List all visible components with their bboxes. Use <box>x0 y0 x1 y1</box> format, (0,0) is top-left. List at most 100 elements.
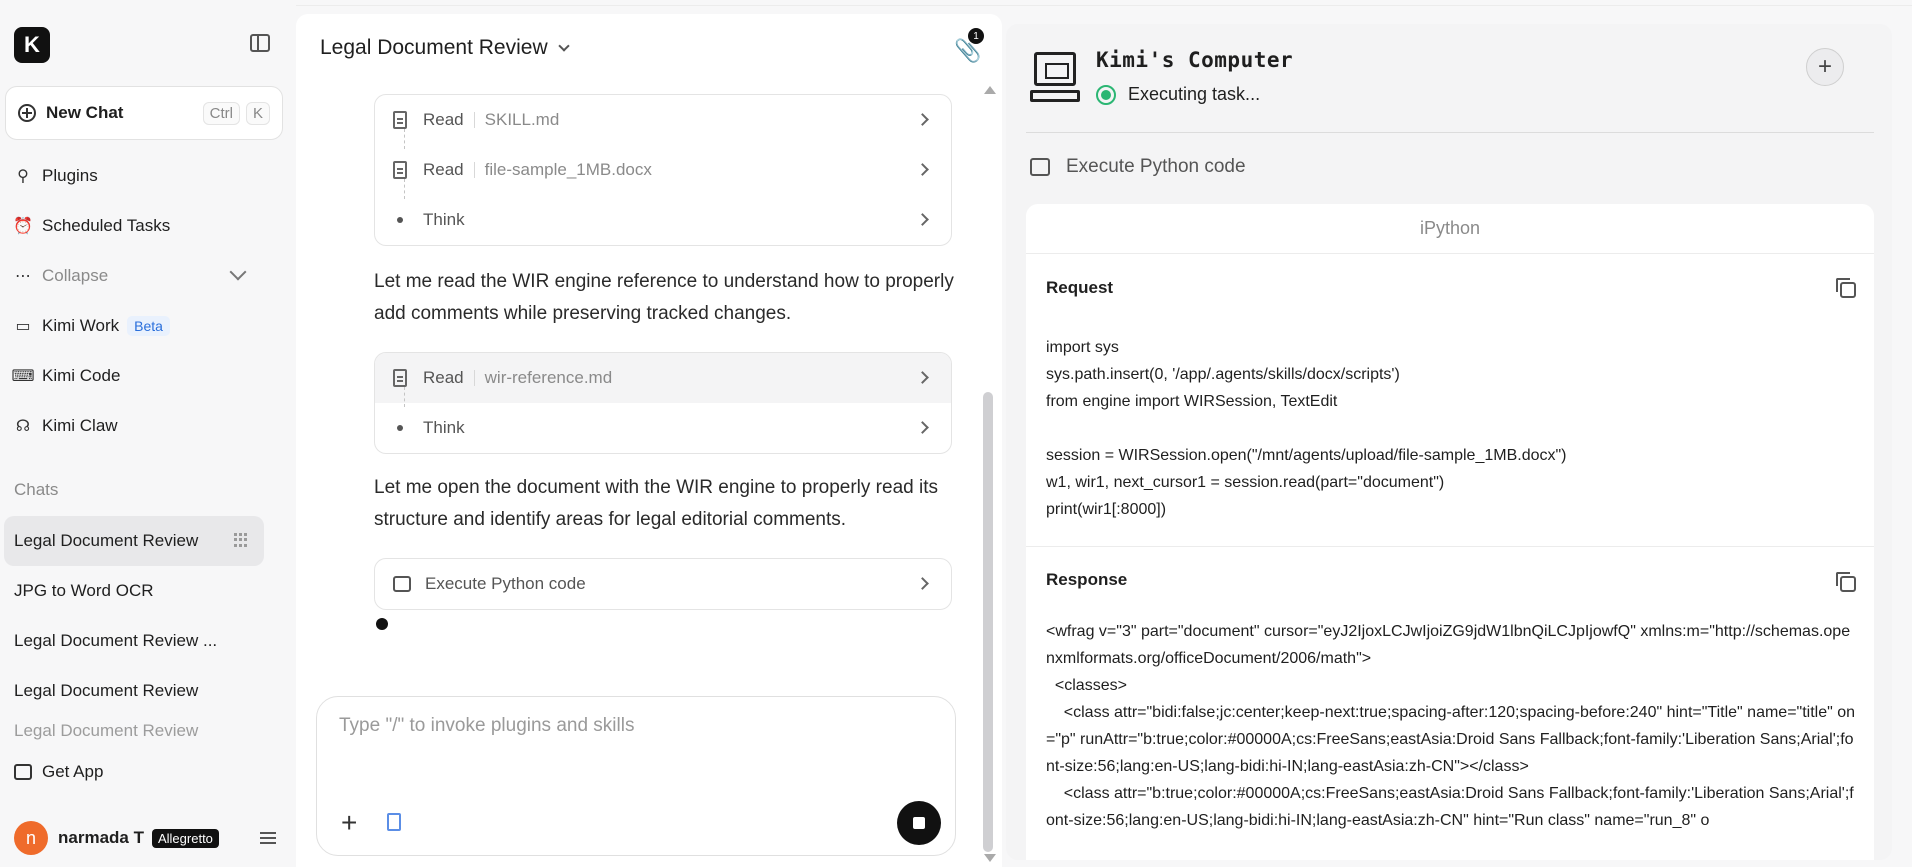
chevron-right-icon <box>916 163 929 176</box>
sidebar-item-kimi-claw[interactable]: ☊ Kimi Claw <box>14 411 118 441</box>
chat-item[interactable]: Legal Document Review <box>4 516 264 566</box>
divider <box>1026 546 1874 547</box>
drag-handle-icon[interactable] <box>234 533 248 547</box>
bullet-icon <box>397 425 403 431</box>
sidebar: K New Chat Ctrl K ⚲ Plugins ⏰ Scheduled … <box>0 0 290 867</box>
document-icon <box>393 111 407 129</box>
terminal-icon: ⌨ <box>11 368 35 385</box>
tool-action: Execute Python code <box>425 574 586 593</box>
sidebar-item-label: Kimi Claw <box>42 416 118 435</box>
chat-item-title: Legal Document Review <box>14 681 199 700</box>
sidebar-item-label: Plugins <box>42 166 98 185</box>
shortcut-key-ctrl: Ctrl <box>202 101 240 125</box>
attachment-count-badge: 1 <box>968 28 984 44</box>
status-indicator-icon <box>1096 84 1116 105</box>
chat-item-title: Legal Document Review <box>14 531 199 550</box>
current-step: Execute Python code <box>1030 156 1246 178</box>
scrollbar-thumb[interactable] <box>983 392 993 852</box>
sidebar-item-label: Collapse <box>42 266 109 285</box>
plan-badge: Allegretto <box>151 828 219 848</box>
step-connector <box>404 387 405 407</box>
chat-title-dropdown[interactable]: Legal Document Review <box>320 36 570 60</box>
current-step-label: Execute Python code <box>1066 156 1246 177</box>
ellipsis-icon: ⋯ <box>15 268 31 285</box>
chevron-down-icon[interactable] <box>229 263 247 281</box>
tool-steps-card: Read wir-reference.md Think <box>374 352 952 454</box>
step-connector <box>404 129 405 149</box>
device-icon <box>14 764 32 780</box>
computer-icon <box>1030 52 1080 104</box>
tool-action: Read <box>423 160 464 179</box>
request-title: Request <box>1046 278 1114 297</box>
add-button[interactable]: + <box>1806 48 1844 86</box>
message-composer[interactable]: Type "/" to invoke plugins and skills + <box>316 696 956 856</box>
new-chat-label: New Chat <box>46 103 124 122</box>
response-title: Response <box>1046 570 1128 589</box>
get-app-link[interactable]: Get App <box>14 762 103 782</box>
chat-item-title: Legal Document Review <box>14 721 199 740</box>
computer-panel: Kimi's Computer Executing task... + Exec… <box>1006 24 1892 860</box>
tool-step-read[interactable]: Read SKILL.md <box>375 95 951 145</box>
tool-action: Think <box>423 210 465 229</box>
document-icon <box>393 161 407 179</box>
tool-step-think[interactable]: Think <box>375 403 951 453</box>
divider <box>1026 132 1874 133</box>
typing-indicator <box>376 618 388 630</box>
chevron-right-icon <box>916 213 929 226</box>
chevron-right-icon <box>916 577 929 590</box>
tool-target: file-sample_1MB.docx <box>484 160 652 179</box>
tool-steps-card: Execute Python code <box>374 558 952 610</box>
chat-item[interactable]: Legal Document Review <box>4 716 264 746</box>
tool-target: wir-reference.md <box>484 368 613 387</box>
beta-badge: Beta <box>127 316 170 336</box>
sidebar-item-kimi-work[interactable]: ▭ Kimi Work Beta <box>14 311 170 341</box>
stop-button[interactable] <box>897 801 941 845</box>
copy-icon[interactable] <box>1836 278 1856 298</box>
document-icon <box>393 369 407 387</box>
scroll-down-arrow[interactable] <box>984 854 996 862</box>
new-chat-button[interactable]: New Chat Ctrl K <box>5 86 283 140</box>
chat-item[interactable]: Legal Document Review ... <box>4 616 264 666</box>
file-icon[interactable] <box>387 813 401 831</box>
chat-panel: Legal Document Review 📎 1 Read SKILL.md … <box>296 14 1002 867</box>
sidebar-item-collapse[interactable]: ⋯ Collapse <box>14 261 108 291</box>
bullet-icon <box>397 217 403 223</box>
kimi-logo[interactable]: K <box>14 27 50 63</box>
chat-item-title: Legal Document Review ... <box>14 631 218 650</box>
plus-icon[interactable]: + <box>341 809 357 837</box>
tool-step-read[interactable]: Read wir-reference.md <box>375 353 951 403</box>
chevron-down-icon <box>557 40 570 52</box>
sidebar-item-scheduled-tasks[interactable]: ⏰ Scheduled Tasks <box>13 211 171 241</box>
step-connector <box>404 179 405 199</box>
separator <box>473 162 475 178</box>
user-name: narmada T <box>58 828 144 847</box>
plug-icon: ⚲ <box>17 168 29 185</box>
sidebar-item-plugins[interactable]: ⚲ Plugins <box>14 161 98 191</box>
chat-item[interactable]: Legal Document Review <box>4 666 264 716</box>
tool-action: Read <box>423 110 464 129</box>
sidebar-item-kimi-code[interactable]: ⌨ Kimi Code <box>11 361 120 391</box>
shortcut-key-k: K <box>245 101 270 125</box>
tool-step-execute[interactable]: Execute Python code <box>375 559 951 609</box>
tool-action: Think <box>423 418 465 437</box>
ipython-panel: iPython Request import sys sys.path.inse… <box>1026 204 1874 860</box>
request-code: import sys sys.path.insert(0, '/app/.age… <box>1046 339 1567 518</box>
user-profile[interactable]: n narmada T Allegretto <box>14 820 276 856</box>
tool-step-read[interactable]: Read file-sample_1MB.docx <box>375 145 951 195</box>
terminal-icon <box>1030 158 1050 176</box>
computer-title: Kimi's Computer <box>1096 48 1294 72</box>
composer-placeholder[interactable]: Type "/" to invoke plugins and skills <box>339 715 634 737</box>
sidebar-item-label: Scheduled Tasks <box>42 216 171 235</box>
sidebar-toggle-icon[interactable] <box>250 34 270 52</box>
separator <box>473 112 475 128</box>
chat-item[interactable]: JPG to Word OCR <box>4 566 264 616</box>
status-row: Executing task... <box>1096 84 1260 105</box>
scroll-up-arrow[interactable] <box>984 86 996 94</box>
menu-icon[interactable] <box>260 832 276 844</box>
tool-step-think[interactable]: Think <box>375 195 951 245</box>
shortcut-hint: Ctrl K <box>202 101 270 125</box>
separator <box>473 370 475 386</box>
copy-icon[interactable] <box>1836 572 1856 592</box>
page-title: Legal Document Review <box>320 36 548 59</box>
assistant-message: Let me read the WIR engine reference to … <box>374 271 954 324</box>
